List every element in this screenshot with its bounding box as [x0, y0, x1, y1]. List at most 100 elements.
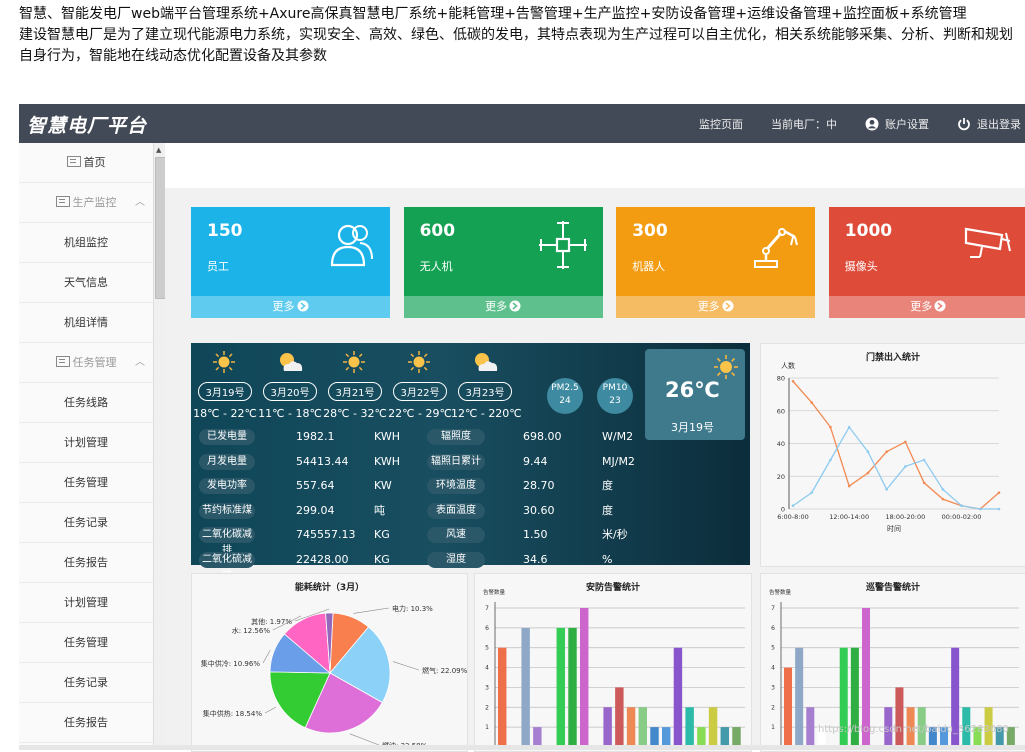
bar — [784, 667, 793, 747]
account-settings-label: 账户设置 — [885, 117, 929, 131]
y-tick-label: 20 — [777, 473, 785, 481]
forecast-temp: 18℃ - 22℃ — [193, 407, 257, 420]
stat-value: 9.44 — [523, 454, 548, 468]
stat-card-more-link[interactable]: 更多 — [828, 296, 1025, 318]
sidebar-item[interactable]: 任务记录 — [19, 663, 153, 703]
stat-card-label: 机器人 — [632, 260, 666, 273]
sidebar-item[interactable]: 机组详情 — [19, 303, 153, 343]
sidebar-item[interactable]: 首页 — [19, 143, 153, 183]
current-plant-selector[interactable]: 当前电厂：中 — [771, 116, 839, 132]
stat-card-more-link[interactable]: 更多 — [191, 296, 390, 318]
weather-panel: 26℃ 3月19号 PM2.5 24 PM10 23 3月19号 18℃ - 22… — [191, 343, 750, 581]
stat-value: 54413.44 — [296, 454, 349, 468]
stat-card-camera: 1000 摄像头 更多 — [828, 207, 1025, 318]
stat-card-more-link[interactable]: 更多 — [403, 296, 603, 318]
line-point — [997, 507, 1001, 511]
pie-label: 其他: 1.97% — [251, 617, 292, 626]
stat-label-pill: 湿度 — [427, 551, 485, 568]
y-tick-label: 80 — [777, 375, 785, 383]
stat-value: 299.04 — [296, 503, 335, 517]
arrow-circle-right-icon — [297, 300, 308, 312]
stat-unit: % — [602, 552, 613, 566]
sidebar-menu: 首页 生产监控 ︿ 机组监控 天气信息 机组详情 任务管理 ︿ 任务线路 计划管理 任务管理 任务记录… — [19, 143, 154, 750]
y-tick-label: 40 — [777, 440, 785, 448]
sidebar-item[interactable]: 任务管理 — [19, 623, 153, 663]
logout-label: 退出登录 — [977, 117, 1021, 131]
forecast-temp: 12℃ - 220℃ — [451, 407, 522, 420]
sidebar-item[interactable]: 任务管理 ︿ — [19, 343, 153, 383]
sidebar-item-label: 任务管理 — [64, 636, 108, 649]
forecast-temp: 11℃ - 18℃ — [258, 407, 322, 420]
line-point — [904, 440, 907, 444]
pie-leader-line — [264, 706, 277, 714]
bar — [806, 707, 815, 747]
arrow-circle-right-icon — [934, 300, 946, 312]
scroll-up-arrow-icon[interactable]: ▲ — [156, 146, 161, 154]
stat-unit: 吨 — [374, 503, 385, 517]
line-point — [866, 471, 870, 475]
y-tick-label: 5 — [771, 645, 775, 652]
user-icon — [865, 117, 879, 130]
stat-value: 745557.13 — [296, 528, 356, 541]
sidebar-item[interactable]: 天气信息 — [19, 263, 153, 303]
line-point — [847, 425, 851, 429]
robot-arm-icon — [754, 228, 799, 268]
bar — [580, 608, 589, 747]
stat-unit: KG — [374, 528, 390, 541]
pie-leader-line — [392, 661, 420, 671]
chevron-up-icon[interactable]: ︿ — [135, 343, 145, 382]
sidebar-item[interactable]: 机组监控 — [19, 223, 153, 263]
stat-unit: 度 — [602, 503, 613, 517]
chevron-up-icon[interactable]: ︿ — [135, 183, 145, 222]
sidebar-item[interactable]: 任务管理 — [19, 463, 153, 503]
stat-label-pill: 辐照度 — [427, 429, 485, 445]
pie-label: 电力: 10.3% — [392, 604, 433, 613]
sidebar-item[interactable]: 任务线路 — [19, 383, 153, 423]
stat-label-pill: 辐照日累计 — [427, 453, 485, 470]
stat-label-pill: 风速 — [427, 527, 485, 543]
x-tick-label: 00:00-02:00 — [942, 513, 982, 521]
bar — [673, 647, 683, 747]
pm25-label: PM2.5 — [551, 383, 579, 393]
bar — [626, 707, 636, 747]
sidebar-item[interactable]: 生产监控 ︿ — [19, 183, 153, 223]
y-tick-label: 7 — [485, 605, 489, 612]
bar — [795, 647, 804, 747]
line-point — [922, 458, 926, 462]
monitor-page-link[interactable]: 监控页面 — [699, 116, 745, 132]
menu-list-icon — [66, 156, 81, 167]
forecast-date: 3月22号 — [393, 382, 447, 401]
bottom-scroll-track — [19, 745, 1025, 750]
y-axis-label: 人数 — [781, 361, 795, 370]
energy-pie-panel: 能耗统计（3月） 电力: 10.3%燃气: 22.09%燃油: 23.58%集中… — [191, 573, 468, 752]
sidebar-item-label: 机组详情 — [64, 316, 108, 329]
stat-card-more-link[interactable]: 更多 — [616, 296, 816, 318]
sidebar-item-label: 首页 — [83, 156, 106, 169]
sidebar-item[interactable]: 任务报告 — [19, 543, 153, 583]
stat-card-label: 无人机 — [419, 260, 453, 273]
stat-value: 34.6 — [523, 552, 548, 566]
forecast-temp: 28℃ - 32℃ — [323, 407, 387, 420]
account-settings-link[interactable]: 账户设置 — [865, 116, 931, 132]
sidebar-item[interactable]: 计划管理 — [19, 423, 153, 463]
sidebar-item-label: 任务记录 — [64, 676, 108, 689]
pm25-badge: PM2.5 24 — [547, 378, 583, 414]
stat-unit: MJ/M2 — [602, 454, 635, 468]
sidebar-item[interactable]: 计划管理 — [19, 583, 153, 623]
logout-link[interactable]: 退出登录 — [957, 116, 1023, 132]
sidebar-item-label: 机组监控 — [64, 236, 108, 249]
y-tick-label: 2 — [771, 704, 775, 711]
x-tick-label: 18:00-20:00 — [885, 513, 925, 521]
stat-value: 698.00 — [523, 430, 562, 443]
sidebar-item[interactable]: 任务记录 — [19, 503, 153, 543]
stat-label-pill: 二氧化碳减排 — [199, 527, 255, 556]
stat-value: 557.64 — [296, 479, 335, 492]
y-tick-label: 2 — [485, 704, 489, 711]
more-link-label: 更多 — [272, 300, 295, 313]
sidebar-item[interactable]: 任务报告 — [19, 703, 153, 743]
sidebar-item-label: 生产监控 — [72, 196, 117, 209]
pie-label: 水: 12.56% — [232, 626, 271, 635]
menu-list-icon — [55, 356, 70, 367]
stat-unit: W/M2 — [602, 430, 634, 443]
energy-pie-chart: 电力: 10.3%燃气: 22.09%燃油: 23.58%集中供热: 18.54… — [201, 604, 467, 750]
